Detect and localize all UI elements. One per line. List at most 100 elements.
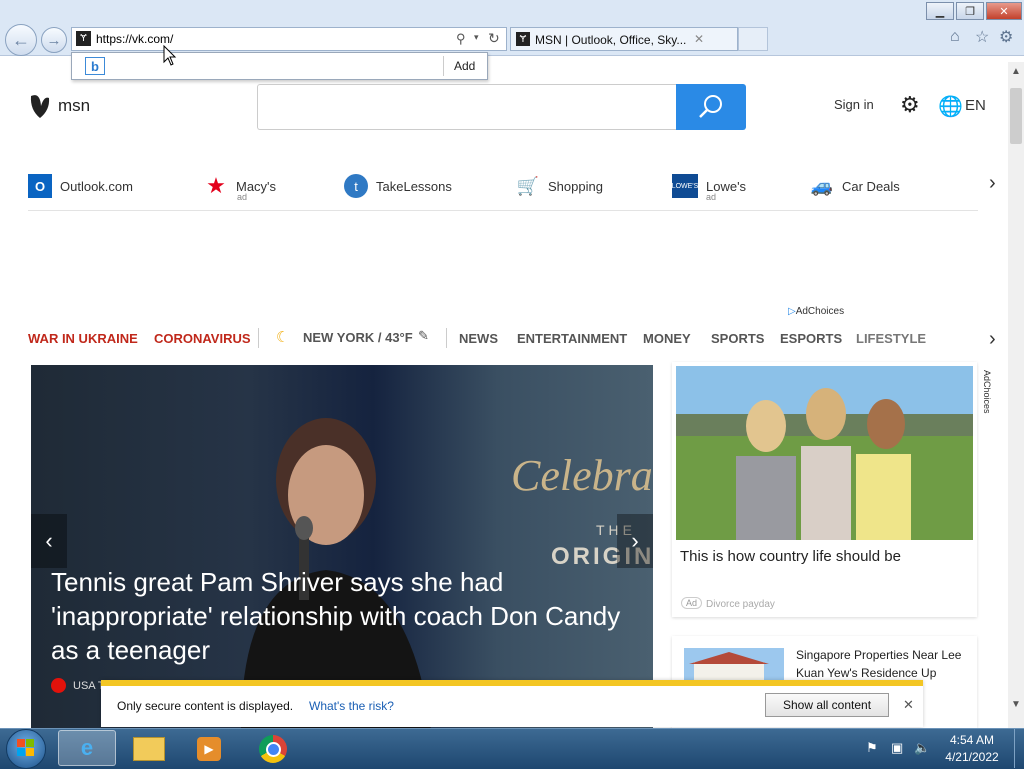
nav-sports[interactable]: SPORTS: [711, 331, 764, 346]
ad-badge: Ad: [681, 597, 703, 609]
adchoices-link[interactable]: ▷AdChoices: [788, 306, 844, 317]
ad-label: ad: [706, 192, 717, 202]
divider: [446, 328, 447, 348]
quick-link-lowes[interactable]: LOWE'S Lowe's ad: [672, 172, 746, 202]
nav-entertainment[interactable]: ENTERTAINMENT: [517, 331, 627, 346]
side-adchoices-link[interactable]: AdChoices: [980, 370, 994, 430]
minimize-button[interactable]: ▁: [926, 2, 954, 20]
tools-gear-icon[interactable]: ⚙: [999, 27, 1013, 47]
sign-in-link[interactable]: Sign in: [834, 97, 874, 112]
address-suggestion-dropdown: b Add: [71, 52, 488, 80]
volume-icon[interactable]: 🔈: [914, 740, 930, 756]
new-tab-button[interactable]: [738, 27, 768, 51]
hero-source: USA T: [73, 680, 105, 692]
nav-war-in-ukraine[interactable]: WAR IN UKRAINE: [28, 331, 138, 346]
quick-link-takelessons[interactable]: t TakeLessons: [344, 172, 452, 200]
clock-time[interactable]: 4:54 AM: [944, 733, 1000, 747]
ad-card-country-life[interactable]: This is how country life should be Ad Di…: [672, 362, 977, 617]
action-center-flag-icon[interactable]: ⚑: [866, 740, 878, 756]
mouse-cursor-icon: [163, 45, 177, 66]
quick-link-shopping[interactable]: 🛒 Shopping: [516, 172, 603, 200]
divider: [443, 56, 444, 76]
carousel-next-arrow-icon[interactable]: ›: [617, 514, 653, 568]
scroll-up-arrow-icon[interactable]: ▲: [1011, 66, 1021, 77]
quick-link-label: Car Deals: [842, 178, 900, 194]
quick-link-label: TakeLessons: [376, 178, 452, 194]
scroll-down-arrow-icon[interactable]: ▼: [1011, 699, 1021, 710]
show-all-content-button[interactable]: Show all content: [765, 693, 889, 717]
hero-person-image: [241, 418, 431, 728]
takelessons-icon: t: [344, 174, 368, 198]
edit-pencil-icon[interactable]: ✎: [418, 328, 429, 344]
nav-esports[interactable]: ESPORTS: [780, 331, 842, 346]
dropdown-arrow-icon[interactable]: ▾: [474, 32, 479, 43]
whats-the-risk-link[interactable]: What's the risk?: [309, 699, 394, 713]
security-info-bar: Only secure content is displayed. What's…: [101, 680, 923, 727]
taskbar-media-player-icon[interactable]: ▶: [188, 732, 230, 766]
show-desktop-button[interactable]: [1014, 729, 1024, 768]
hero-backdrop-text: Celebra: [511, 451, 653, 500]
quick-link-car-deals[interactable]: 🚙 Car Deals: [810, 172, 900, 200]
divider: [28, 210, 978, 211]
search-button[interactable]: [676, 84, 746, 130]
refresh-icon[interactable]: ↻: [488, 30, 500, 47]
taskbar-ie-icon[interactable]: e: [58, 730, 116, 766]
scrollbar-thumb[interactable]: [1010, 88, 1022, 144]
ad-label: ad: [237, 192, 248, 202]
adchoices-label: AdChoices: [795, 306, 845, 317]
quick-link-label: Outlook.com: [60, 178, 133, 194]
search-input[interactable]: [257, 84, 677, 130]
macys-star-icon: ★: [206, 173, 226, 198]
settings-gear-icon[interactable]: ⚙: [900, 92, 920, 118]
moon-weather-icon: ☾: [276, 329, 290, 346]
add-search-provider-button[interactable]: Add: [454, 59, 475, 73]
carousel-prev-arrow-icon[interactable]: ‹: [31, 514, 67, 568]
ad-source: Divorce payday: [706, 599, 775, 610]
forward-button[interactable]: →: [41, 27, 67, 53]
ad-card-title[interactable]: This is how country life should be: [680, 548, 901, 565]
favorites-star-icon[interactable]: ☆: [975, 27, 989, 47]
quick-link-macys[interactable]: ★ Macy's ad: [204, 172, 276, 202]
tab-close-icon[interactable]: ✕: [694, 32, 704, 46]
address-bar[interactable]: Ɏ https://vk.com/ ⚲ ▾ ↻: [71, 27, 507, 51]
hero-headline[interactable]: Tennis great Pam Shriver says she had 'i…: [51, 565, 631, 667]
page-scrollbar[interactable]: ▲ ▼: [1008, 62, 1024, 728]
language-selector[interactable]: EN: [965, 97, 986, 114]
quick-link-outlook[interactable]: O Outlook.com: [28, 172, 133, 200]
taskbar-explorer-icon[interactable]: [128, 732, 170, 766]
start-button[interactable]: [6, 729, 46, 769]
close-window-button[interactable]: ✕: [986, 2, 1022, 20]
tab-title: MSN | Outlook, Office, Sky...: [535, 33, 687, 47]
taskbar-chrome-icon[interactable]: [252, 732, 294, 766]
adchoices-icon: ▷: [788, 306, 796, 317]
nav-news[interactable]: NEWS: [459, 331, 498, 346]
maximize-button[interactable]: ❐: [956, 2, 984, 20]
outlook-icon: O: [28, 174, 52, 198]
car-icon: 🚙: [810, 175, 834, 196]
tab-favicon-icon: Ɏ: [516, 32, 530, 46]
lowes-icon: LOWE'S: [672, 174, 698, 198]
quick-link-label: Shopping: [548, 178, 603, 194]
shopping-cart-icon: 🛒: [516, 175, 540, 196]
msn-logo[interactable]: msn: [28, 92, 90, 120]
quick-links-next-arrow-icon[interactable]: ›: [989, 172, 996, 195]
nav-next-arrow-icon[interactable]: ›: [989, 328, 996, 351]
nav-weather[interactable]: NEW YORK / 43°F: [303, 330, 413, 345]
msn-butterfly-icon: [30, 95, 50, 118]
network-icon[interactable]: ▣: [891, 740, 903, 756]
search-magnifier-icon: [699, 95, 722, 118]
search-icon[interactable]: ⚲: [456, 31, 466, 47]
clock-date[interactable]: 4/21/2022: [944, 750, 1000, 764]
nav-lifestyle[interactable]: LIFESTYLE: [856, 331, 926, 346]
home-icon[interactable]: ⌂: [950, 28, 960, 46]
info-bar-message: Only secure content is displayed.: [117, 699, 294, 713]
bing-icon[interactable]: b: [85, 57, 105, 75]
nav-coronavirus[interactable]: CORONAVIRUS: [154, 331, 251, 346]
info-bar-close-icon[interactable]: ✕: [903, 697, 914, 713]
nav-money[interactable]: MONEY: [643, 331, 691, 346]
address-url-text: https://vk.com/: [96, 32, 174, 46]
tab-msn[interactable]: Ɏ MSN | Outlook, Office, Sky... ✕: [510, 27, 738, 51]
back-button[interactable]: ←: [5, 24, 37, 56]
globe-icon[interactable]: 🌐: [938, 94, 963, 119]
hero-carousel[interactable]: Celebra THE ORIGIN ‹ › Tennis great Pam …: [31, 365, 653, 728]
